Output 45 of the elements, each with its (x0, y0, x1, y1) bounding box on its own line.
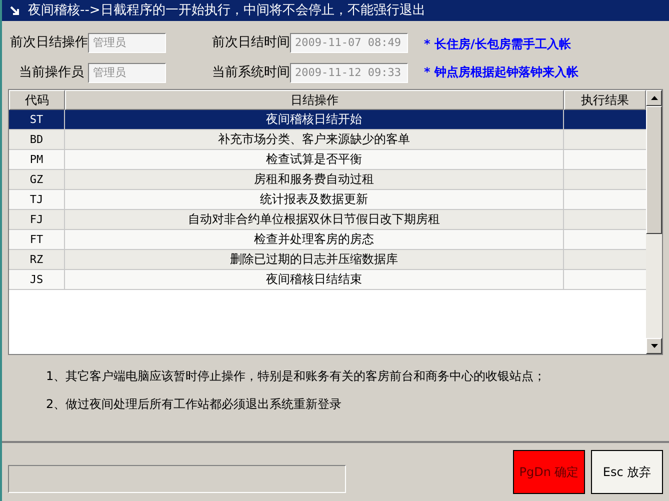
table-cell: GZ (9, 170, 65, 189)
table-cell: 检查试算是否平衡 (65, 150, 564, 169)
table-cell: 统计报表及数据更新 (65, 190, 564, 209)
table-cell: 房租和服务费自动过租 (65, 170, 564, 189)
table-cell: PM (9, 150, 65, 169)
table-cell: 夜间稽核日结结束 (65, 270, 564, 289)
table-row[interactable]: GZ 房租和服务费自动过租 (9, 170, 646, 190)
table-row[interactable]: FT 检查并处理客房的房态 (9, 230, 646, 250)
table-cell: 自动对非合约单位根据双休日节假日改下期房租 (65, 210, 564, 229)
scroll-down-button[interactable] (646, 338, 662, 354)
table-cell: 删除已过期的日志并压缩数据库 (65, 250, 564, 269)
table-cell: 夜间稽核日结开始 (65, 110, 564, 129)
caret-up-icon (650, 96, 658, 100)
table-cell: FJ (9, 210, 65, 229)
scroll-thumb[interactable] (646, 106, 662, 234)
table-row[interactable]: FJ 自动对非合约单位根据双休日节假日改下期房租 (9, 210, 646, 230)
arrow-icon (10, 6, 20, 16)
table-cell: ST (9, 110, 65, 129)
field-label: 当前操作员 (18, 64, 84, 82)
table-cell: JS (9, 270, 65, 289)
table-cell: 补充市场分类、客户来源缺少的客单 (65, 130, 564, 149)
notice-text: * 钟点房根据起钟落钟来入帐 (424, 64, 578, 81)
table-row[interactable]: RZ 删除已过期的日志并压缩数据库 (9, 250, 646, 270)
scroll-up-button[interactable] (646, 90, 662, 106)
table-row[interactable]: JS 夜间稽核日结结束 (9, 270, 646, 290)
notice-text: * 长住房/长包房需手工入帐 (424, 36, 572, 53)
note-text: 1、其它客户端电脑应该暂时停止操作，特别是和账务有关的客房前台和商务中心的收银站点； (46, 368, 547, 385)
note-text: 2、做过夜间处理后所有工作站都必须退出系统重新登录 (46, 396, 343, 413)
confirm-button[interactable]: PgDn 确定 (513, 450, 585, 494)
table-row[interactable]: BD 补充市场分类、客户来源缺少的客单 (9, 130, 646, 150)
cancel-button[interactable]: Esc 放弃 (591, 450, 663, 494)
table-row[interactable]: PM 检查试算是否平衡 (9, 150, 646, 170)
column-header[interactable]: 代码 (9, 90, 65, 110)
window-title: 夜间稽核-->日截程序的一开始执行，中间将不会停止，不能强行退出 (28, 2, 426, 20)
caret-down-icon (650, 344, 658, 348)
column-header[interactable]: 日结操作 (65, 90, 564, 110)
table-cell: BD (9, 130, 65, 149)
table-cell: TJ (9, 190, 65, 209)
scrollbar[interactable] (646, 90, 662, 354)
table-cell: RZ (9, 250, 65, 269)
table-cell: 检查并处理客房的房态 (65, 230, 564, 249)
table-row[interactable]: ST 夜间稽核日结开始 (9, 110, 646, 130)
table-row[interactable]: TJ 统计报表及数据更新 (9, 190, 646, 210)
table-cell: FT (9, 230, 65, 249)
column-header[interactable]: 执行结果 (564, 90, 646, 110)
